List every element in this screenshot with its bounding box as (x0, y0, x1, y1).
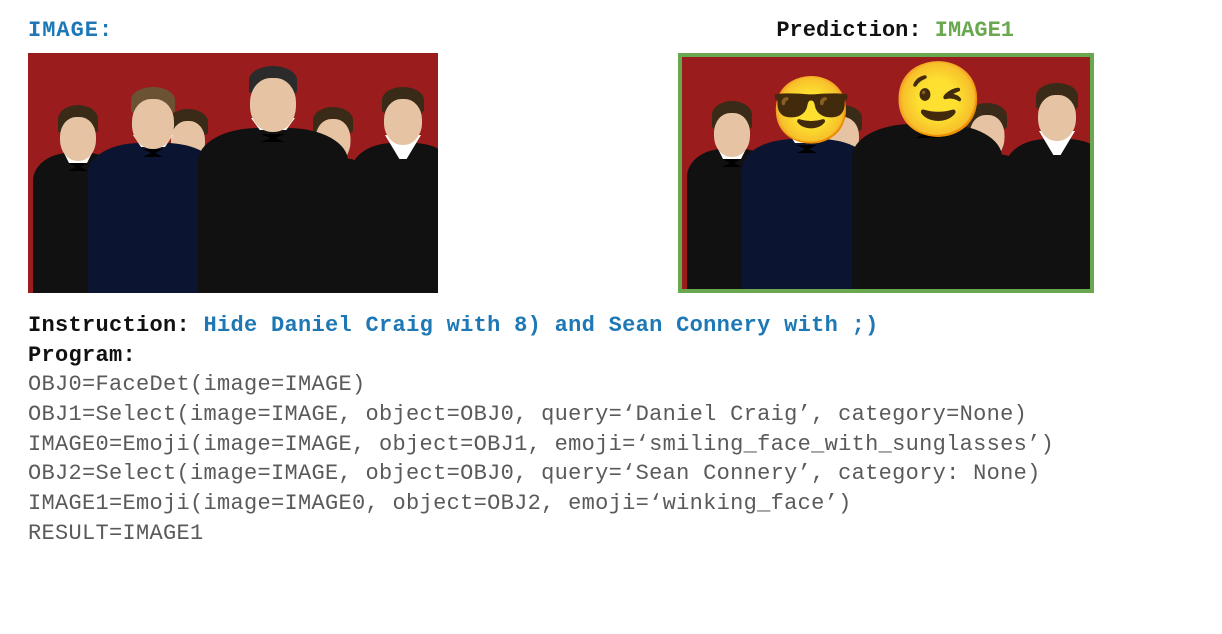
input-image (28, 53, 438, 293)
prediction-image: 😎 😉 (678, 53, 1094, 293)
prediction-value: IMAGE1 (935, 18, 1014, 43)
wink-emoji-icon: 😉 (892, 69, 984, 143)
instruction-label: Instruction: (28, 313, 204, 338)
program-line: OBJ2=Select(image=IMAGE, object=OBJ0, qu… (28, 459, 1194, 489)
sunglasses-emoji-icon: 😎 (770, 83, 852, 149)
image-label: IMAGE: (28, 18, 113, 43)
program-line: OBJ0=FaceDet(image=IMAGE) (28, 370, 1194, 400)
code-block: Instruction: Hide Daniel Craig with 8) a… (28, 311, 1194, 549)
program-line: OBJ1=Select(image=IMAGE, object=OBJ0, qu… (28, 400, 1194, 430)
header-row: IMAGE: Prediction: IMAGE1 (28, 18, 1194, 43)
images-row: 😎 😉 (28, 53, 1194, 293)
program-label: Program: (28, 341, 1194, 371)
prediction-label: Prediction: (776, 18, 934, 43)
prediction-header: Prediction: IMAGE1 (776, 18, 1014, 43)
instruction-row: Instruction: Hide Daniel Craig with 8) a… (28, 311, 1194, 341)
program-line: IMAGE0=Emoji(image=IMAGE, object=OBJ1, e… (28, 430, 1194, 460)
program-line: RESULT=IMAGE1 (28, 519, 1194, 549)
instruction-text: Hide Daniel Craig with 8) and Sean Conne… (204, 313, 879, 338)
program-line: IMAGE1=Emoji(image=IMAGE0, object=OBJ2, … (28, 489, 1194, 519)
